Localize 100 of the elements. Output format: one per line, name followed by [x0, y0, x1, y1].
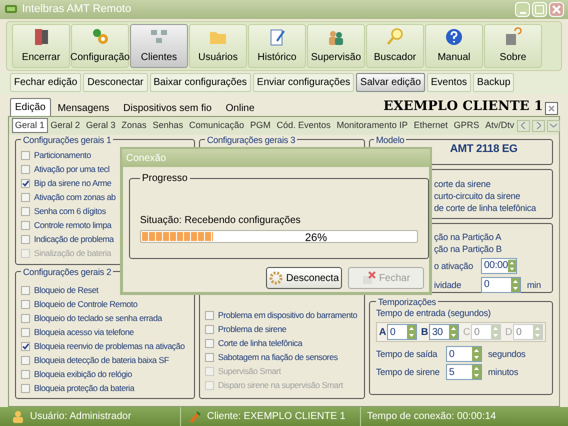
checkbox[interactable]	[205, 325, 214, 334]
checkbox[interactable]	[21, 342, 30, 352]
dropdown-button[interactable]	[547, 120, 560, 132]
checkbox-label: Senha com 6 dígitos	[34, 205, 106, 218]
checkbox[interactable]	[21, 235, 30, 244]
checkbox[interactable]	[205, 353, 214, 362]
tab[interactable]: Geral 2	[48, 118, 82, 134]
tab[interactable]: Edição	[10, 98, 51, 116]
checkbox[interactable]	[21, 384, 30, 394]
checkbox-label: Indicação de problema	[34, 233, 114, 246]
option-label: ção na Partição B	[434, 242, 503, 255]
spin-buttons[interactable]	[472, 347, 481, 362]
tab[interactable]: PGM	[248, 118, 273, 134]
spin-field[interactable]: 00:00	[481, 258, 517, 274]
tab[interactable]: Senhas	[150, 118, 186, 134]
zone-letter: A	[379, 326, 386, 340]
tab[interactable]: Zonas	[120, 118, 149, 134]
checkbox[interactable]	[21, 193, 30, 202]
toolbar-button[interactable]: Configuração	[71, 24, 129, 68]
connection-time: Tempo de conexão: 00:00:14	[367, 410, 496, 424]
tab[interactable]: Geral 1	[12, 118, 48, 134]
spin-field[interactable]: 5	[446, 364, 482, 380]
tab[interactable]: Ethernet	[412, 118, 450, 134]
spin-buttons[interactable]	[449, 325, 458, 340]
toolbar-button[interactable]: Clientes	[130, 24, 188, 68]
tab[interactable]: Mensagens	[54, 100, 114, 116]
minimize-button[interactable]	[515, 2, 530, 17]
tab[interactable]: Cód. Eventos	[274, 118, 333, 134]
tab[interactable]: GPRS	[452, 118, 482, 134]
checkbox[interactable]	[21, 356, 30, 366]
tab[interactable]: Atv/Dtv	[483, 118, 516, 134]
tab[interactable]: Comunicação	[187, 118, 246, 134]
group-title: Progresso	[141, 172, 189, 186]
toolbar-button[interactable]: Sobre	[484, 24, 542, 68]
spin-field[interactable]: 30	[429, 324, 460, 340]
chevron-down-icon	[550, 123, 558, 128]
option-label: curto-circuito da sirene	[434, 190, 522, 202]
checkbox[interactable]	[21, 314, 30, 324]
checkbox[interactable]	[21, 165, 30, 174]
tab[interactable]: Monitoramento IP	[334, 118, 410, 134]
checkbox[interactable]	[21, 179, 30, 188]
group-title: Configurações gerais 2	[22, 266, 112, 277]
dialog-button[interactable]: Desconecta	[266, 267, 342, 289]
previous-button[interactable]	[517, 120, 530, 132]
option-label: ção na Partição A	[434, 230, 502, 243]
spin-buttons[interactable]	[491, 325, 500, 340]
field-label: Tempo de sirene	[376, 366, 441, 379]
checkbox-label: Bip da sirene no Arme	[34, 177, 112, 190]
spin-buttons[interactable]	[407, 325, 416, 340]
toolbar-button[interactable]: Supervisão	[307, 24, 365, 68]
spin-buttons[interactable]	[508, 258, 516, 273]
toolbar-button[interactable]: Usuários	[189, 24, 247, 68]
toolbar-button[interactable]: Histórico	[248, 24, 306, 68]
wrench-icon	[189, 410, 201, 423]
checkbox-label: Controle remoto limpa	[34, 219, 112, 232]
tab[interactable]: Dispositivos sem fio	[119, 100, 216, 116]
toolbar-button[interactable]: Encerrar	[12, 24, 70, 68]
checkbox[interactable]	[21, 286, 30, 296]
tab[interactable]: Online	[222, 100, 259, 116]
spin-buttons[interactable]	[472, 365, 481, 380]
checkbox[interactable]	[205, 339, 214, 348]
checkbox[interactable]	[21, 328, 30, 338]
action-button[interactable]: Desconectar	[83, 73, 148, 92]
window-title: Intelbras AMT Remoto	[22, 2, 132, 18]
spin-buttons[interactable]	[533, 325, 542, 340]
tab[interactable]: Geral 3	[84, 118, 118, 134]
checkbox[interactable]	[21, 300, 30, 310]
action-button[interactable]: Enviar configurações	[252, 73, 354, 92]
client-title: EXEMPLO CLIENTE 1	[383, 98, 543, 115]
zone-letter: C	[463, 326, 470, 340]
checkbox-label: Bloqueia proteção da bateria	[34, 382, 134, 396]
checkbox[interactable]	[21, 151, 30, 160]
group-title: Configurações gerais 1	[22, 134, 112, 145]
checkbox[interactable]	[21, 370, 30, 380]
user-status: Usuário: Administrador	[30, 410, 132, 424]
next-button[interactable]	[532, 120, 546, 132]
checkbox-label: Bloqueia detecção de bateria baixa SF	[34, 354, 169, 368]
action-button[interactable]: Baixar configurações	[150, 73, 251, 92]
spin-field[interactable]: 0	[481, 276, 521, 293]
close-button[interactable]	[549, 2, 564, 17]
spin-buttons[interactable]	[511, 278, 520, 292]
action-button[interactable]: Backup	[473, 73, 514, 92]
toolbar-button[interactable]: Manual	[425, 24, 483, 68]
checkbox[interactable]	[21, 221, 30, 230]
action-button[interactable]: Eventos	[426, 73, 472, 92]
unit-label: min	[527, 278, 541, 291]
checkbox[interactable]	[205, 311, 214, 320]
close-tab-button[interactable]	[545, 102, 558, 115]
action-button[interactable]: Salvar edição	[356, 73, 425, 92]
checkbox-label: Bloqueia acesso via telefone	[34, 326, 134, 340]
spin-field[interactable]: 0	[387, 324, 418, 340]
checkbox-label: Ativação com zonas ab	[34, 191, 116, 204]
maximize-button[interactable]	[532, 2, 547, 17]
checkbox-label: Supervisão Smart	[218, 365, 281, 378]
checkbox[interactable]	[21, 207, 30, 216]
field-label: o ativação	[434, 260, 474, 272]
action-button[interactable]: Fechar edição	[10, 73, 82, 92]
toolbar-button[interactable]: Buscador	[366, 24, 424, 68]
spin-field[interactable]: 0	[446, 346, 482, 362]
minimize-icon	[520, 12, 526, 14]
